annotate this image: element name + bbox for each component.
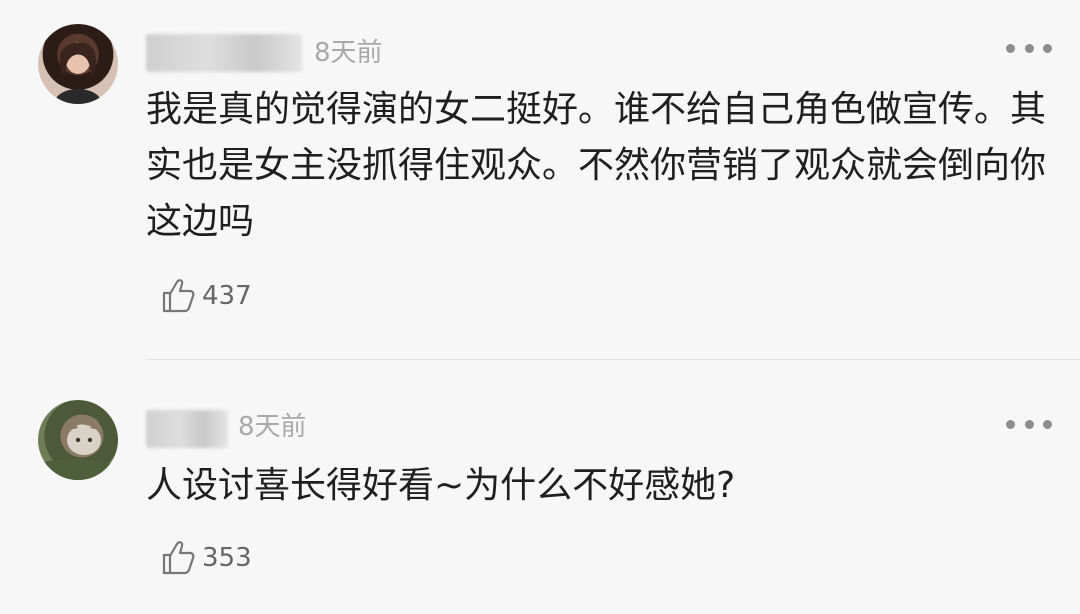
- comment-text: 我是真的觉得演的女二挺好。谁不给自己角色做宣传。其实也是女主没抓得住观众。不然你…: [146, 89, 1047, 242]
- comment-item: 8天前 我是真的觉得演的女二挺好。谁不给自己角色做宣传。其实也是女主没抓得住观众…: [0, 0, 1080, 360]
- avatar[interactable]: [38, 24, 118, 104]
- comment-time: 8天前: [314, 38, 383, 68]
- like-button[interactable]: 437: [158, 276, 252, 316]
- more-dots-icon[interactable]: [1006, 418, 1052, 430]
- user-avatar-icon: [54, 42, 102, 104]
- username-blurred[interactable]: [146, 410, 228, 448]
- comment-time: 8天前: [238, 412, 307, 442]
- divider: [146, 359, 1080, 360]
- like-count: 353: [202, 543, 252, 573]
- thumbs-up-icon: [162, 541, 195, 575]
- more-dots-icon[interactable]: [1006, 42, 1052, 54]
- username-blurred[interactable]: [146, 34, 302, 72]
- comment-item: 8天前 人设讨喜长得好看~为什么不好感她? 353: [0, 362, 1080, 614]
- user-avatar-icon: [38, 418, 118, 480]
- comment-feed: 8天前 我是真的觉得演的女二挺好。谁不给自己角色做宣传。其实也是女主没抓得住观众…: [0, 0, 1080, 614]
- comment-text: 人设讨喜长得好看~为什么不好感她?: [146, 465, 736, 506]
- thumbs-up-icon: [162, 279, 195, 313]
- avatar[interactable]: [38, 400, 118, 480]
- like-button[interactable]: 353: [158, 538, 252, 578]
- like-count: 437: [202, 281, 252, 311]
